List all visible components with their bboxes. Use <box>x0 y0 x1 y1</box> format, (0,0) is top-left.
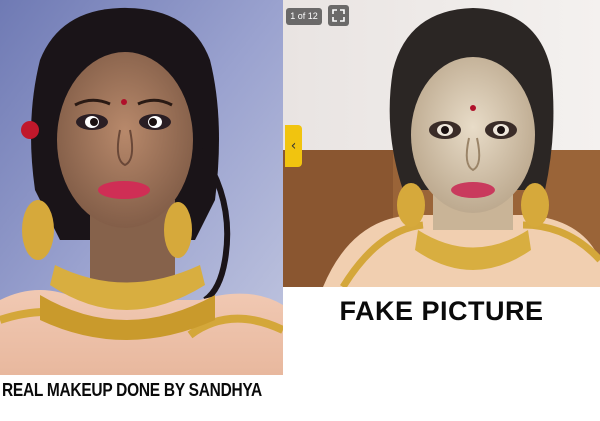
expand-icon <box>332 9 345 22</box>
right-caption: FAKE PICTURE <box>339 296 544 326</box>
chevron-left-icon: ‹ <box>290 138 297 154</box>
left-photo <box>0 0 283 375</box>
left-portrait-illustration <box>0 0 283 375</box>
right-portrait-illustration <box>283 0 600 287</box>
image-counter: 1 of 12 <box>286 8 322 25</box>
left-caption: REAL MAKEUP DONE BY SANDHYA <box>2 380 262 400</box>
fullscreen-button[interactable] <box>328 5 349 26</box>
previous-image-button[interactable]: ‹ <box>285 125 302 167</box>
right-photo[interactable] <box>283 0 600 287</box>
